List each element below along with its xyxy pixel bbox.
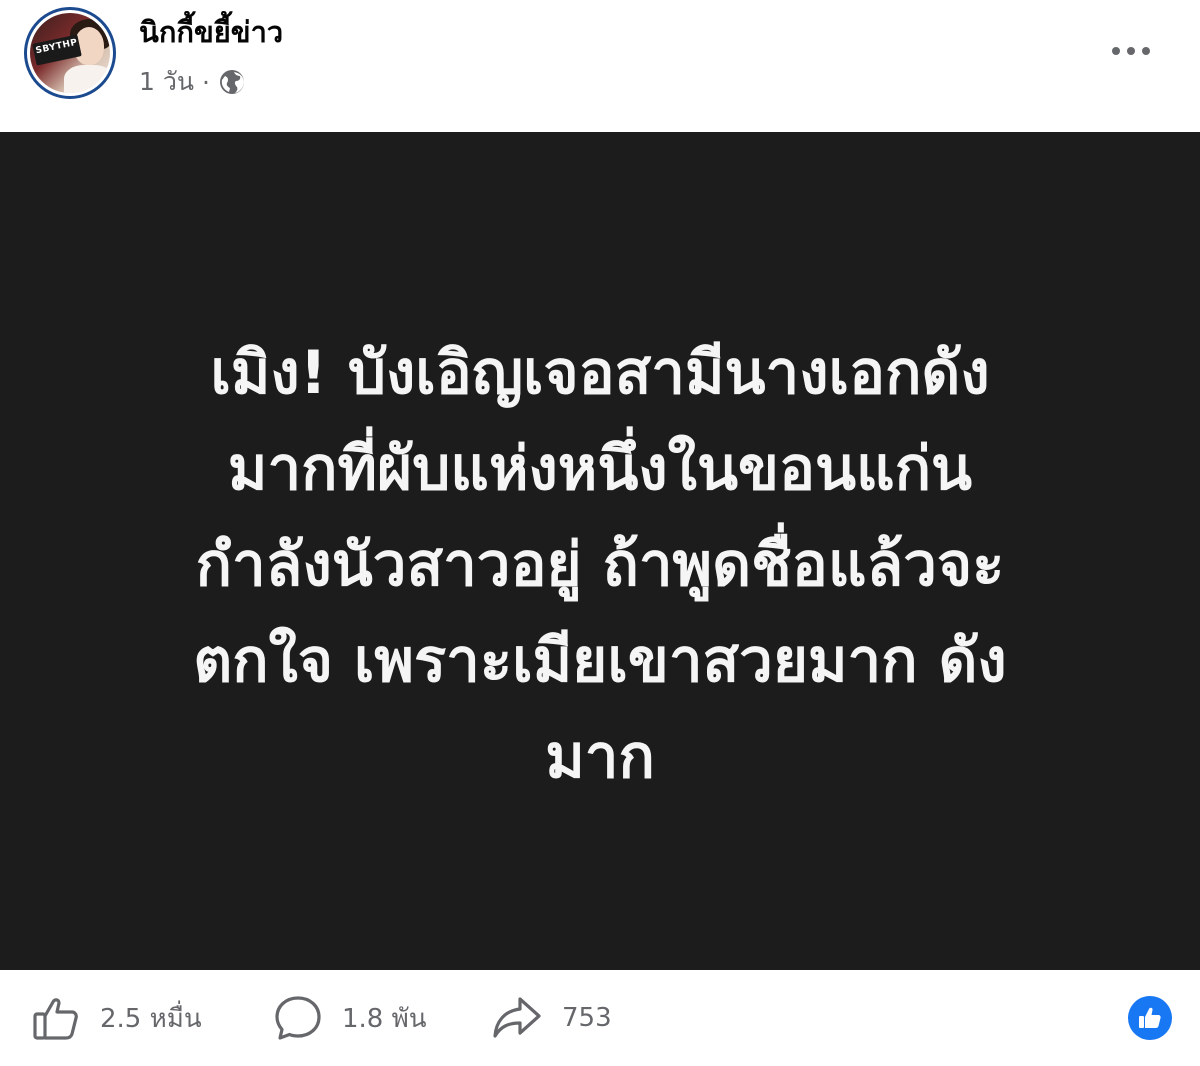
page-name[interactable]: นิกกี้ขยี้ข่าว bbox=[139, 10, 283, 54]
thumbs-up-icon bbox=[33, 998, 78, 1040]
avatar-body bbox=[64, 65, 110, 93]
avatar-logo-text: SBYTHP bbox=[34, 37, 79, 57]
like-button[interactable]: 2.5 หมื่น bbox=[32, 992, 202, 1044]
post-text: เมิง! บังเอิญเจอสามีนางเอกดัง มากที่ผับแ… bbox=[80, 325, 1120, 805]
page-avatar[interactable]: SBYTHP bbox=[24, 7, 116, 99]
post-time[interactable]: 1 วัน bbox=[139, 62, 194, 102]
post-header: SBYTHP นิกกี้ขยี้ข่าว 1 วัน · bbox=[0, 0, 1200, 132]
avatar-logo: SBYTHP bbox=[32, 34, 82, 66]
post-image-card[interactable]: เมิง! บังเอิญเจอสามีนางเอกดัง มากที่ผับแ… bbox=[0, 132, 1200, 970]
meta-separator: · bbox=[201, 67, 210, 97]
comment-icon bbox=[275, 996, 321, 1040]
more-options-button[interactable] bbox=[1104, 32, 1158, 70]
comment-button[interactable]: 1.8 พัน bbox=[274, 992, 427, 1044]
facebook-post: SBYTHP นิกกี้ขยี้ข่าว 1 วัน · เมิง! บังเ… bbox=[0, 0, 1200, 1066]
post-meta: 1 วัน · bbox=[139, 62, 246, 102]
post-text-line: มากที่ผับแห่งหนึ่งในขอนแก่น bbox=[227, 434, 973, 504]
globe-icon[interactable] bbox=[218, 68, 246, 96]
share-icon bbox=[493, 997, 541, 1038]
reaction-count[interactable]: 2.5 หมื่น bbox=[100, 998, 202, 1039]
post-text-line: เมิง! บังเอิญเจอสามีนางเอกดัง bbox=[210, 338, 990, 408]
share-count[interactable]: 753 bbox=[562, 1003, 612, 1033]
more-horizontal-icon bbox=[1112, 47, 1150, 55]
avatar-image: SBYTHP bbox=[30, 13, 110, 93]
like-badge-icon bbox=[1128, 996, 1172, 1040]
post-text-line: กำลังนัวสาวอยู่ ถ้าพูดชื่อแล้วจะ bbox=[195, 530, 1005, 600]
share-button[interactable]: 753 bbox=[492, 992, 612, 1044]
comment-count[interactable]: 1.8 พัน bbox=[342, 998, 427, 1039]
post-text-line: ตกใจ เพราะเมียเขาสวยมาก ดัง bbox=[193, 626, 1007, 696]
post-text-line: มาก bbox=[545, 722, 655, 792]
post-footer: 2.5 หมื่น 1.8 พัน 753 bbox=[0, 970, 1200, 1066]
